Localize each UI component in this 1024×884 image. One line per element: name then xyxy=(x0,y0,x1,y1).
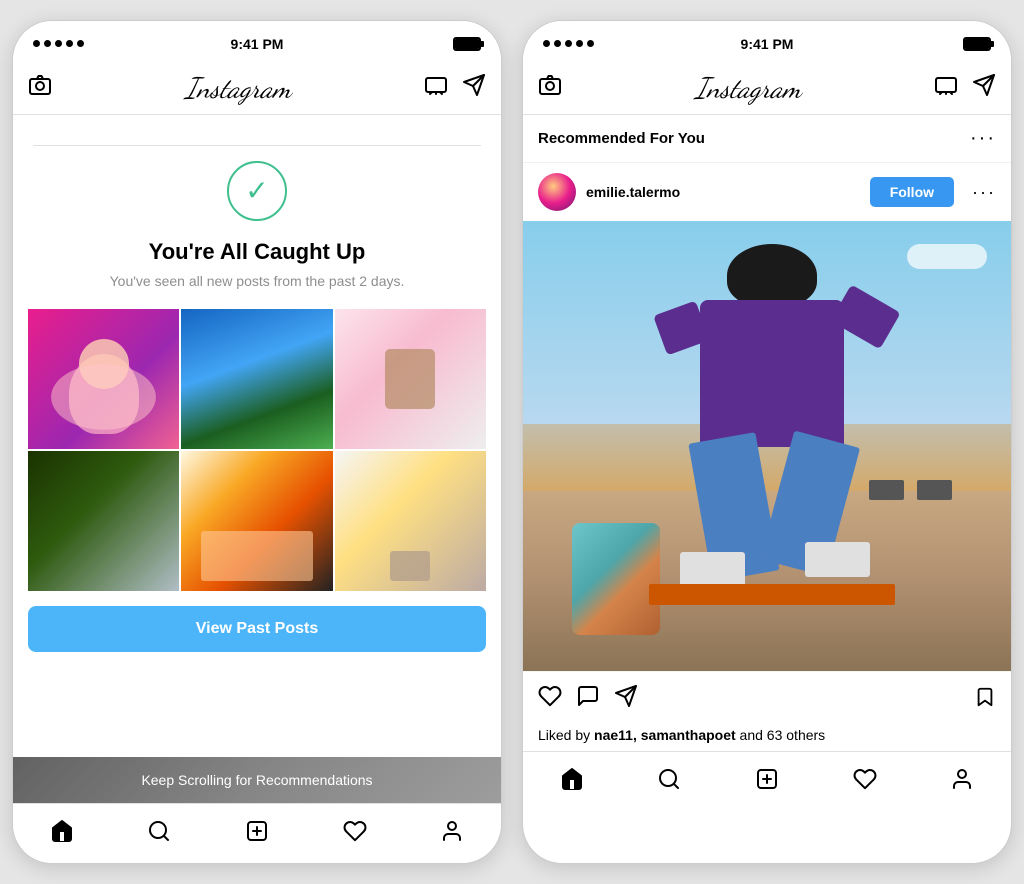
right-phone: 9:41 PM Instagram Recommended For You xyxy=(522,20,1012,864)
nav-home-right[interactable] xyxy=(560,767,584,791)
tv-icon-right[interactable] xyxy=(934,73,958,103)
nav-home-left[interactable] xyxy=(50,819,74,843)
status-time-left: 9:41 PM xyxy=(231,36,284,52)
grid-photo-4 xyxy=(28,451,179,591)
grid-photo-1 xyxy=(28,309,179,449)
nav-heart-right[interactable] xyxy=(853,767,877,791)
status-bar-left: 9:41 PM xyxy=(13,21,501,61)
avatar-image xyxy=(538,173,576,211)
recommended-header: Recommended For You ··· xyxy=(523,115,1011,163)
battery-icon-right xyxy=(963,37,991,51)
nav-search-right[interactable] xyxy=(657,767,681,791)
status-bar-right: 9:41 PM xyxy=(523,21,1011,61)
keep-scrolling-banner: Keep Scrolling for Recommendations xyxy=(13,757,501,803)
post-actions xyxy=(523,671,1011,727)
follow-button[interactable]: Follow xyxy=(870,177,954,207)
nav-profile-right[interactable] xyxy=(950,767,974,791)
caught-up-title: You're All Caught Up xyxy=(149,239,366,265)
content-left: ✓ You're All Caught Up You've seen all n… xyxy=(13,115,501,803)
post-image xyxy=(523,221,1011,671)
status-time-right: 9:41 PM xyxy=(741,36,794,52)
barrel xyxy=(572,523,660,636)
battery-area-right xyxy=(963,37,991,51)
post-more-button[interactable]: ··· xyxy=(972,182,996,203)
liked-by-names[interactable]: nae11, samanthapoet xyxy=(594,727,736,743)
instagram-logo-right: Instagram xyxy=(695,71,801,105)
caught-up-subtitle: You've seen all new posts from the past … xyxy=(110,273,405,289)
grid-photo-3 xyxy=(335,309,486,449)
cloud xyxy=(907,244,987,269)
check-circle: ✓ xyxy=(227,161,287,221)
nav-profile-left[interactable] xyxy=(440,819,464,843)
nav-heart-left[interactable] xyxy=(343,819,367,843)
grid-photo-6 xyxy=(335,451,486,591)
bookmark-button[interactable] xyxy=(974,686,996,714)
left-phone: 9:41 PM Instagram xyxy=(12,20,502,864)
view-past-container: View Past Posts xyxy=(13,606,501,652)
share-button[interactable] xyxy=(614,684,638,715)
header-icons-right xyxy=(934,73,996,103)
bench xyxy=(917,480,952,500)
grid-photo-5 xyxy=(181,451,332,591)
caught-up-section: ✓ You're All Caught Up You've seen all n… xyxy=(13,115,501,309)
battery-icon-left xyxy=(453,37,481,51)
divider xyxy=(33,145,481,146)
app-header-right: Instagram xyxy=(523,61,1011,115)
skater-figure xyxy=(669,244,874,595)
photo-grid xyxy=(28,309,486,591)
battery-area-left xyxy=(453,37,481,51)
keep-scrolling-text: Keep Scrolling for Recommendations xyxy=(141,772,372,788)
grid-photo-2 xyxy=(181,309,332,449)
checkmark-icon: ✓ xyxy=(245,177,268,205)
post-header: emilie.talermo Follow ··· xyxy=(523,163,1011,221)
bottom-nav-left xyxy=(13,803,501,863)
skateboard xyxy=(649,584,895,605)
recommended-title: Recommended For You xyxy=(538,130,705,147)
bottom-nav-right xyxy=(523,751,1011,811)
signal-dots-right xyxy=(543,40,594,47)
instagram-logo-left: Instagram xyxy=(185,71,291,105)
nav-add-right[interactable] xyxy=(755,767,779,791)
avatar[interactable] xyxy=(538,173,576,211)
comment-button[interactable] xyxy=(576,684,600,715)
send-icon-left[interactable] xyxy=(462,73,486,103)
signal-dots xyxy=(33,40,84,47)
header-icons-left xyxy=(424,73,486,103)
camera-icon-left[interactable] xyxy=(28,73,52,103)
tv-icon-left[interactable] xyxy=(424,73,448,103)
post-username[interactable]: emilie.talermo xyxy=(586,184,860,200)
nav-search-left[interactable] xyxy=(147,819,171,843)
view-past-button[interactable]: View Past Posts xyxy=(28,606,486,652)
recommended-more-button[interactable]: ··· xyxy=(970,127,996,150)
likes-text: Liked by nae11, samanthapoet and 63 othe… xyxy=(523,727,1011,751)
send-icon-right[interactable] xyxy=(972,73,996,103)
nav-add-left[interactable] xyxy=(245,819,269,843)
camera-icon-right[interactable] xyxy=(538,73,562,103)
app-header-left: Instagram xyxy=(13,61,501,115)
like-button[interactable] xyxy=(538,684,562,715)
